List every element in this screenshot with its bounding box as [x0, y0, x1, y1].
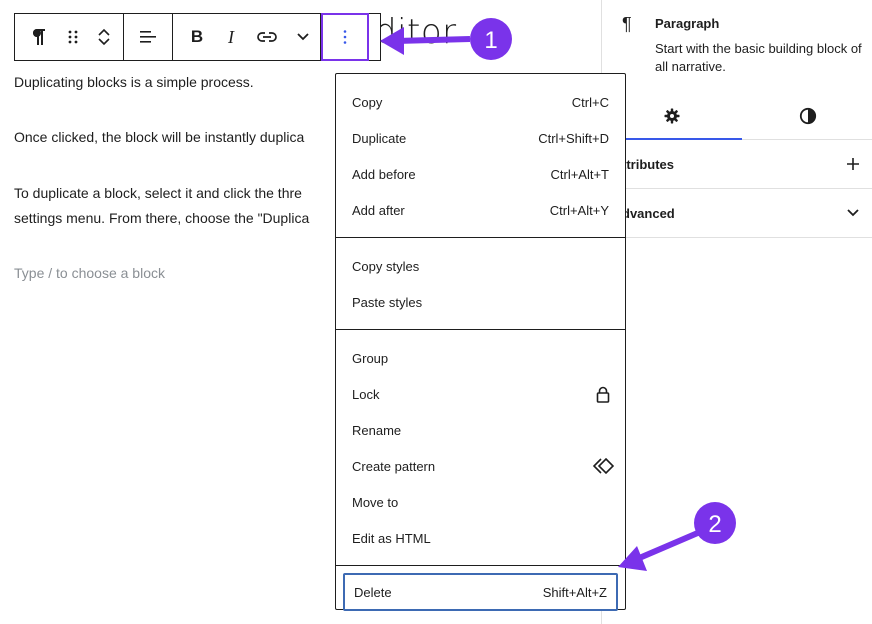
- menu-group-styles: Copy styles Paste styles: [336, 238, 625, 330]
- menu-item-label: Copy styles: [352, 258, 420, 274]
- menu-item-label: Delete: [354, 584, 392, 600]
- menu-item-label: Add after: [352, 202, 405, 218]
- block-options-menu: Copy Ctrl+C Duplicate Ctrl+Shift+D Add b…: [335, 73, 626, 611]
- toolbar-group-align: [124, 14, 173, 60]
- styles-icon: [799, 107, 816, 125]
- chevron-up-icon[interactable]: [97, 27, 111, 37]
- move-up-down-button[interactable]: [85, 14, 123, 60]
- block-type-button[interactable]: [15, 14, 61, 60]
- paragraph-block-1[interactable]: Duplicating blocks is a simple process.: [14, 69, 254, 95]
- paragraph-block-3-line-1[interactable]: To duplicate a block, select it and clic…: [14, 180, 302, 206]
- menu-item-label: Move to: [352, 494, 399, 510]
- gear-icon: [664, 108, 680, 124]
- paragraph-block-2[interactable]: Once clicked, the block will be instantl…: [14, 124, 304, 150]
- align-button[interactable]: [124, 14, 172, 60]
- advanced-panel-label: dvanced: [622, 206, 675, 221]
- toolbar-group-block: [15, 14, 124, 60]
- sidebar-tabs: [602, 92, 872, 140]
- bold-button[interactable]: B: [180, 14, 214, 60]
- drag-handle-button[interactable]: [61, 14, 85, 60]
- menu-item-create-pattern[interactable]: Create pattern: [336, 448, 625, 484]
- menu-item-label: Lock: [352, 386, 380, 402]
- menu-item-label: Create pattern: [352, 458, 436, 474]
- advanced-panel-header[interactable]: dvanced: [602, 189, 872, 238]
- italic-button[interactable]: I: [214, 14, 248, 60]
- options-icon: [343, 29, 347, 44]
- menu-item-label: Group: [352, 350, 389, 366]
- link-icon: [257, 32, 277, 42]
- paragraph-block-icon: ¶: [622, 14, 632, 34]
- menu-item-label: Copy: [352, 94, 383, 110]
- menu-item-duplicate[interactable]: Duplicate Ctrl+Shift+D: [336, 120, 625, 156]
- bold-icon: B: [190, 27, 204, 46]
- toolbar-group-format: B I: [173, 14, 321, 60]
- menu-item-rename[interactable]: Rename: [336, 412, 625, 448]
- plus-icon[interactable]: [843, 154, 863, 174]
- menu-group-delete: Delete Shift+Alt+Z: [336, 566, 625, 611]
- post-title-fragment[interactable]: ditor: [375, 12, 457, 52]
- italic-icon: I: [228, 26, 234, 47]
- attributes-panel-label: ttributes: [622, 157, 674, 172]
- menu-item-shortcut: Shift+Alt+Z: [542, 584, 607, 600]
- menu-group-edit: Copy Ctrl+C Duplicate Ctrl+Shift+D Add b…: [336, 74, 625, 238]
- settings-sidebar: ¶ Paragraph Start with the basic buildin…: [601, 0, 872, 624]
- paragraph-icon: [33, 29, 45, 45]
- menu-item-copy[interactable]: Copy Ctrl+C: [336, 84, 625, 120]
- chevron-down-icon[interactable]: [843, 203, 863, 223]
- menu-item-shortcut: Ctrl+Alt+Y: [549, 202, 609, 218]
- menu-item-edit-as-html[interactable]: Edit as HTML: [336, 520, 625, 556]
- toolbar-group-options: [321, 12, 369, 61]
- menu-item-label: Add before: [352, 166, 416, 182]
- menu-item-delete[interactable]: Delete Shift+Alt+Z: [343, 573, 618, 611]
- menu-item-shortcut: Ctrl+Alt+T: [550, 166, 609, 182]
- pattern-icon: [592, 455, 614, 477]
- attributes-panel-header[interactable]: ttributes: [602, 140, 872, 189]
- menu-item-shortcut: Ctrl+C: [571, 94, 609, 110]
- menu-item-group[interactable]: Group: [336, 340, 625, 376]
- menu-item-label: Duplicate: [352, 130, 407, 146]
- drag-handle-icon: [68, 30, 78, 44]
- menu-item-shortcut: Ctrl+Shift+D: [538, 130, 609, 146]
- chevron-down-icon: [297, 33, 309, 41]
- menu-item-label: Paste styles: [352, 294, 423, 310]
- menu-item-paste-styles[interactable]: Paste styles: [336, 284, 625, 320]
- block-card-description: Start with the basic building block of a…: [655, 41, 862, 74]
- block-toolbar: B I: [14, 12, 381, 61]
- menu-item-label: Edit as HTML: [352, 530, 431, 546]
- tab-styles[interactable]: [742, 92, 872, 140]
- menu-group-tools: Group Lock Rename Create pattern Move to…: [336, 330, 625, 566]
- menu-item-copy-styles[interactable]: Copy styles: [336, 248, 625, 284]
- paragraph-block-3-line-2[interactable]: settings menu. From there, choose the "D…: [14, 205, 309, 231]
- options-button[interactable]: [321, 12, 369, 61]
- lock-icon: [592, 383, 614, 405]
- block-card-title: Paragraph: [655, 16, 720, 31]
- align-left-icon: [140, 31, 156, 43]
- menu-item-add-before[interactable]: Add before Ctrl+Alt+T: [336, 156, 625, 192]
- more-rich-text-button[interactable]: [286, 14, 320, 60]
- menu-item-lock[interactable]: Lock: [336, 376, 625, 412]
- menu-item-label: Rename: [352, 422, 402, 438]
- menu-item-add-after[interactable]: Add after Ctrl+Alt+Y: [336, 192, 625, 228]
- link-button[interactable]: [248, 14, 286, 60]
- block-appender-placeholder[interactable]: Type / to choose a block: [14, 260, 165, 286]
- menu-item-move-to[interactable]: Move to: [336, 484, 625, 520]
- chevron-down-icon[interactable]: [97, 37, 111, 47]
